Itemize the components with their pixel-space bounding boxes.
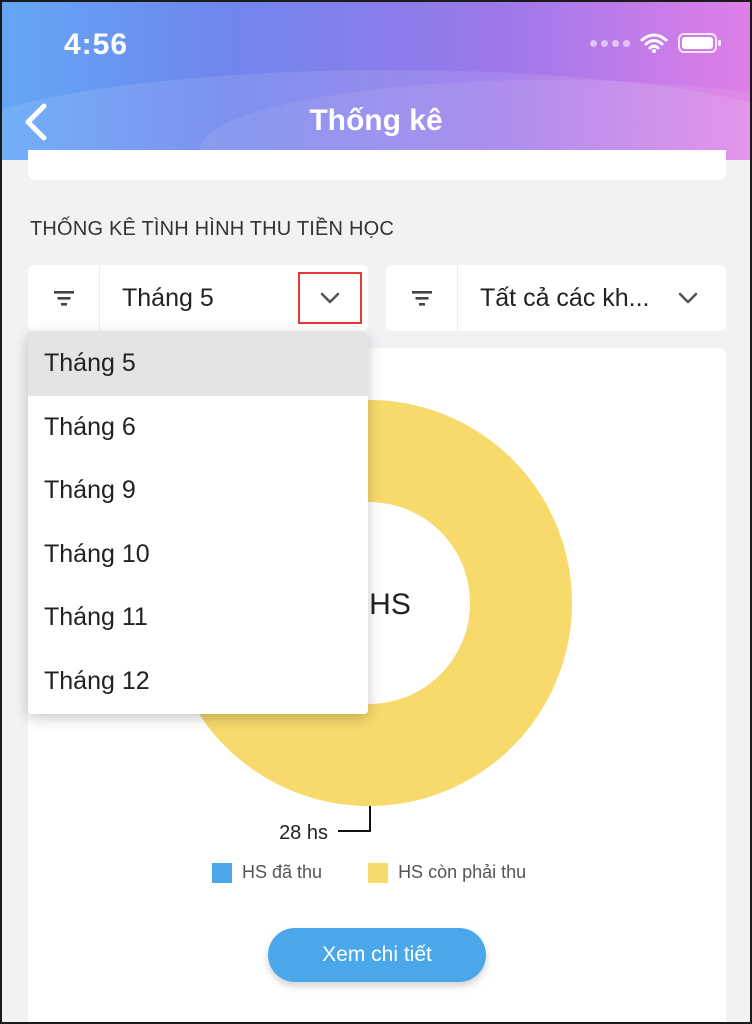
chart-center-label: HS: [369, 588, 411, 621]
chart-legend: HS đã thu HS còn phải thu: [212, 862, 526, 883]
dropdown-option[interactable]: Tháng 5: [28, 332, 368, 396]
dropdown-option[interactable]: Tháng 11: [28, 586, 368, 650]
view-details-button[interactable]: Xem chi tiết: [268, 928, 486, 982]
dropdown-option[interactable]: Tháng 12: [28, 650, 368, 714]
legend-item-unpaid: HS còn phải thu: [368, 862, 526, 883]
legend-item-paid: HS đã thu: [212, 862, 322, 883]
callout-label: 28 hs: [279, 822, 328, 844]
legend-label-paid: HS đã thu: [242, 862, 323, 882]
callout-line: [338, 806, 371, 832]
dropdown-option[interactable]: Tháng 9: [28, 459, 368, 523]
legend-swatch-paid: [212, 862, 232, 883]
legend-label-unpaid: HS còn phải thu: [398, 862, 527, 882]
legend-swatch-unpaid: [368, 862, 389, 883]
dropdown-option[interactable]: Tháng 10: [28, 523, 368, 587]
month-dropdown-menu: Tháng 5 Tháng 6 Tháng 9 Tháng 10 Tháng 1…: [28, 332, 368, 714]
dropdown-option[interactable]: Tháng 6: [28, 396, 368, 460]
